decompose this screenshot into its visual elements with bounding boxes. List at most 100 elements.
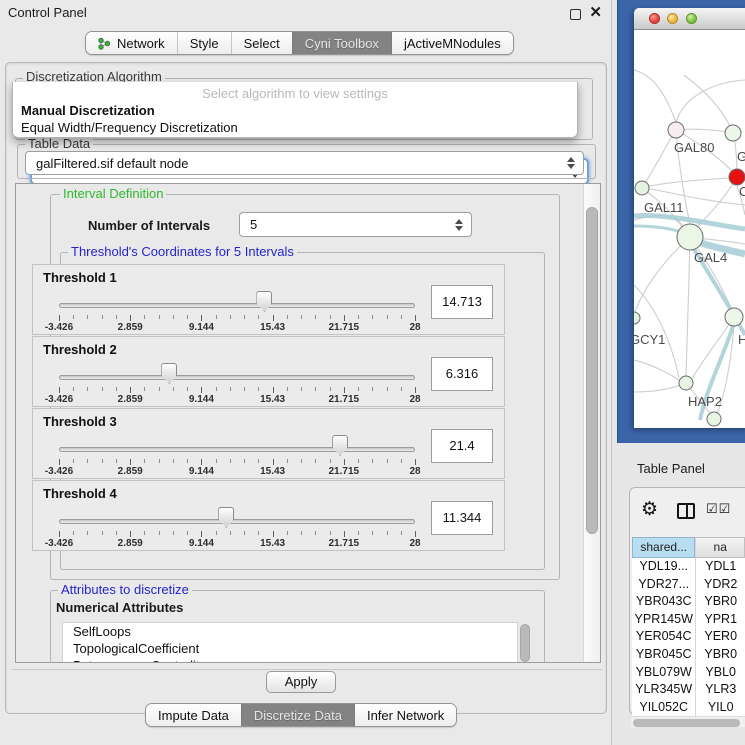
checkbox-filter-icons[interactable]: ☑☑ [706, 501, 731, 517]
apply-button[interactable]: Apply [266, 671, 336, 693]
table-hscrollbar-track[interactable] [631, 716, 745, 727]
slider-track[interactable] [59, 519, 415, 524]
slider-track[interactable] [59, 447, 415, 452]
tab-cyni-toolbox[interactable]: Cyni Toolbox [292, 32, 391, 54]
attribute-item[interactable]: BetweennessCentrality [63, 657, 517, 663]
bottom-tab-discretize-data[interactable]: Discretize Data [241, 704, 354, 726]
settings-scrollbar-thumb[interactable] [586, 207, 598, 534]
network-node[interactable] [707, 412, 721, 426]
table-row[interactable]: YPR145WYPR1 [632, 611, 745, 629]
popup-option[interactable]: Equal Width/Frequency Discretization [13, 119, 577, 136]
bottom-tab-impute-data[interactable]: Impute Data [146, 704, 241, 726]
attribute-item[interactable]: TopologicalCoefficient [63, 640, 517, 657]
table-hscrollbar-thumb[interactable] [633, 719, 740, 727]
threshold-value-field[interactable]: 11.344 [431, 501, 493, 535]
tick-mark [287, 459, 288, 463]
table-cell: YBL079W [632, 664, 695, 682]
edge [676, 80, 745, 122]
tick-mark [187, 531, 188, 535]
tick-mark [258, 531, 259, 535]
threshold-value-field[interactable]: 21.4 [431, 429, 493, 463]
edge [642, 177, 737, 188]
slider-thumb[interactable] [332, 435, 348, 456]
table-row[interactable]: YBL079WYBL0 [632, 664, 745, 682]
tick-label: 15.43 [243, 466, 303, 477]
network-canvas[interactable]: GAL80GACGAL11GAL4GCY1HHAP2 [634, 30, 745, 428]
num-intervals-combobox[interactable]: 5 [239, 212, 472, 237]
slider-thumb[interactable] [256, 291, 272, 312]
tick-mark [144, 531, 145, 535]
popup-option[interactable]: Manual Discretization [13, 102, 577, 119]
application-root: Control Panel ✕ NetworkStyleSelectCyni T… [0, 0, 745, 745]
tick-mark [401, 387, 402, 391]
tab-style[interactable]: Style [177, 32, 231, 54]
zoom-traffic-light-icon[interactable] [686, 13, 697, 24]
close-icon[interactable]: ✕ [589, 3, 602, 21]
tick-mark [73, 531, 74, 535]
attribute-item[interactable]: SelfLoops [63, 623, 517, 640]
network-node[interactable] [635, 181, 649, 195]
network-node[interactable] [677, 224, 703, 250]
attributes-list-scrollbar[interactable] [520, 624, 530, 662]
close-traffic-light-icon[interactable] [649, 13, 660, 24]
tick-mark [287, 531, 288, 535]
table-panel-title: Table Panel [637, 461, 705, 476]
edge [634, 360, 682, 382]
float-window-icon[interactable] [570, 9, 581, 20]
tab-select[interactable]: Select [231, 32, 292, 54]
tick-mark [401, 459, 402, 463]
threshold-value-field[interactable]: 6.316 [431, 357, 493, 391]
slider-thumb[interactable] [161, 363, 177, 384]
network-node[interactable] [725, 125, 741, 141]
network-node[interactable] [634, 312, 640, 324]
table-row[interactable]: YDR27...YDR2 [632, 576, 745, 594]
table-row[interactable]: YDL19...YDL1 [632, 558, 745, 576]
bottom-tab-infer-network[interactable]: Infer Network [354, 704, 456, 726]
network-node[interactable] [725, 308, 743, 326]
table-cell: YER0 [695, 628, 745, 646]
table-row[interactable]: YBR043CYBR0 [632, 593, 745, 611]
network-view-window[interactable]: GAL80GACGAL11GAL4GCY1HHAP2 [634, 8, 745, 428]
tick-mark [258, 387, 259, 391]
network-node[interactable] [668, 122, 684, 138]
column-header[interactable]: na [695, 537, 745, 558]
tick-mark [301, 459, 302, 463]
attributes-group-title: Attributes to discretize [58, 583, 192, 597]
tab-jactivemnodules[interactable]: jActiveMNodules [391, 32, 513, 54]
tick-mark [173, 387, 174, 391]
slider-thumb[interactable] [218, 507, 234, 528]
numerical-attributes-list[interactable]: SelfLoopsTopologicalCoefficientBetweenne… [62, 622, 518, 663]
slider-track[interactable] [59, 375, 415, 380]
network-node[interactable] [679, 376, 693, 390]
tick-mark [301, 531, 302, 535]
threshold-label: Threshold 4 [43, 486, 117, 501]
tick-mark [330, 387, 331, 391]
settings-scrollbar-track[interactable] [583, 184, 600, 663]
popup-placeholder-option[interactable]: Select algorithm to view settings [13, 82, 577, 102]
minimize-traffic-light-icon[interactable] [667, 13, 678, 24]
table-row[interactable]: YLR345WYLR3 [632, 681, 745, 699]
tab-label: Style [190, 36, 219, 51]
tick-mark [372, 459, 373, 463]
slider-track[interactable] [59, 303, 415, 308]
tick-mark [216, 459, 217, 463]
tick-mark [173, 531, 174, 535]
column-header[interactable]: shared... [632, 537, 695, 558]
tick-mark [244, 387, 245, 391]
tick-label: 15.43 [243, 394, 303, 405]
tab-label: Select [244, 36, 280, 51]
table-cell: YER054C [632, 628, 695, 646]
tick-mark [387, 387, 388, 391]
table-row[interactable]: YER054CYER0 [632, 628, 745, 646]
threshold-value-field[interactable]: 14.713 [431, 285, 493, 319]
tab-network[interactable]: Network [86, 32, 177, 54]
tick-mark [73, 315, 74, 319]
table-data-combobox[interactable]: galFiltered.sif default node [25, 151, 584, 175]
table-row[interactable]: YBR045CYBR0 [632, 646, 745, 664]
table-row[interactable]: YIL052CYIL0 [632, 699, 745, 716]
network-node[interactable] [729, 169, 745, 185]
columns-icon[interactable] [677, 503, 695, 519]
tick-mark [130, 531, 131, 537]
gear-icon[interactable]: ⚙ [641, 500, 658, 519]
tick-mark [244, 459, 245, 463]
